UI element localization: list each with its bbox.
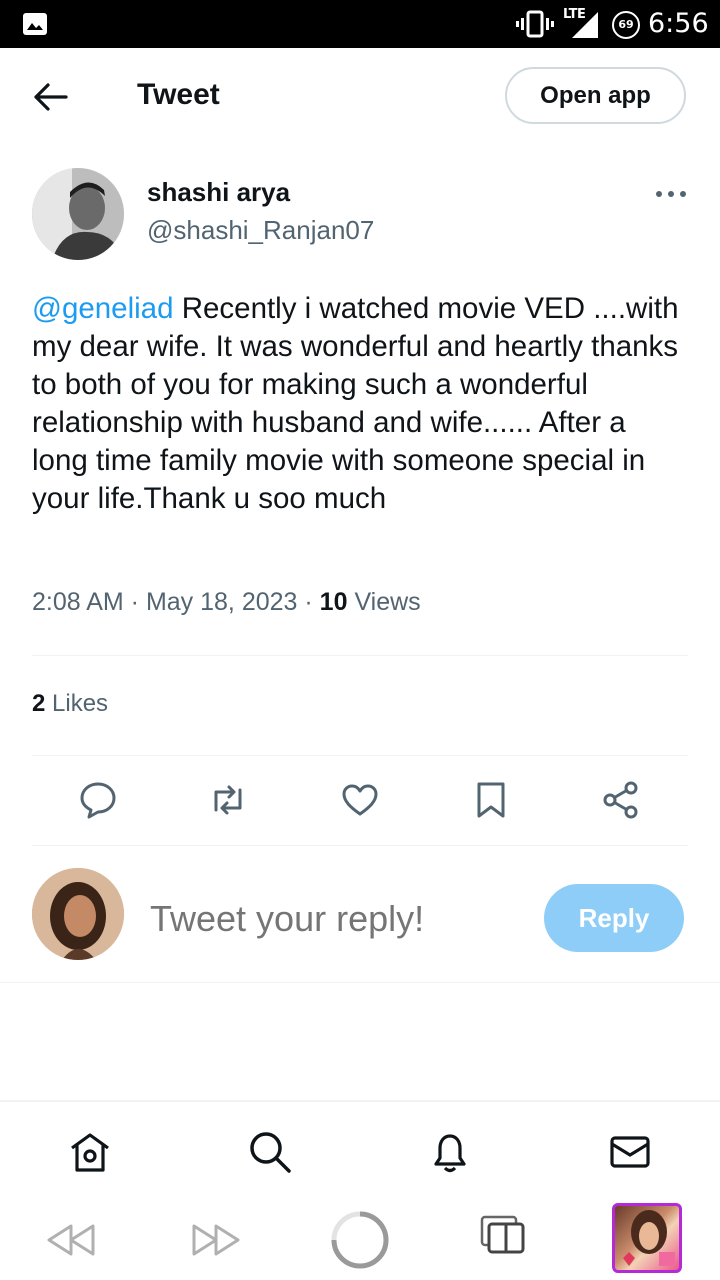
vibrate-icon <box>516 10 554 38</box>
tabs-icon[interactable] <box>480 1215 526 1255</box>
views-count: 10 <box>319 588 348 616</box>
author-name[interactable]: shashi arya <box>147 177 290 208</box>
open-app-button[interactable]: Open app <box>505 67 686 124</box>
tweet-body: Recently i watched movie VED ....with my… <box>32 292 679 515</box>
fast-forward-icon[interactable] <box>190 1220 242 1260</box>
likes-label: Likes <box>52 690 109 717</box>
rewind-icon[interactable] <box>45 1220 97 1260</box>
more-options-icon[interactable] <box>654 184 688 204</box>
messages-icon[interactable] <box>608 1130 652 1174</box>
likes-count: 2 <box>32 690 46 717</box>
clock: 6:56 <box>648 8 709 39</box>
views-label: Views <box>354 588 421 616</box>
network-type: LTE <box>563 7 586 22</box>
tweet-date: May 18, 2023 <box>145 588 298 616</box>
page-title: Tweet <box>137 78 220 111</box>
retweet-icon[interactable] <box>208 780 248 820</box>
author-photo <box>32 168 124 260</box>
reply-button[interactable]: Reply <box>544 884 684 952</box>
reply-input[interactable] <box>150 895 510 943</box>
like-icon[interactable] <box>340 780 380 820</box>
divider <box>32 755 688 756</box>
battery-indicator: 69 <box>612 11 640 39</box>
gallery-notification-icon <box>23 13 47 35</box>
author-avatar[interactable] <box>32 168 124 260</box>
loading-spinner-icon[interactable] <box>330 1210 390 1270</box>
tweet-text: @geneliad Recently i watched movie VED .… <box>32 290 688 518</box>
divider <box>32 845 688 846</box>
author-handle[interactable]: @shashi_Ranjan07 <box>147 215 374 246</box>
divider <box>0 982 720 983</box>
mention-link[interactable]: @geneliad <box>32 292 174 325</box>
back-arrow-icon[interactable] <box>30 80 70 114</box>
user-avatar <box>32 868 124 960</box>
tweet-time: 2:08 AM <box>32 588 124 616</box>
bookmark-icon[interactable] <box>471 780 511 820</box>
notifications-bell-icon[interactable] <box>428 1130 472 1174</box>
thumbnail-image <box>623 1210 675 1266</box>
user-photo <box>32 868 124 960</box>
home-icon[interactable] <box>68 1130 112 1174</box>
divider <box>32 655 688 656</box>
share-icon[interactable] <box>601 780 641 820</box>
likes-stat[interactable]: 2 Likes <box>32 690 108 718</box>
search-icon[interactable] <box>248 1130 292 1174</box>
bottom-nav-border <box>0 1100 720 1102</box>
status-bar: LTE 69 6:56 <box>0 0 720 48</box>
app-thumbnail[interactable] <box>612 1203 682 1273</box>
reply-icon[interactable] <box>78 780 118 820</box>
tweet-meta: 2:08 AM · May 18, 2023 · 10 Views <box>32 588 421 616</box>
